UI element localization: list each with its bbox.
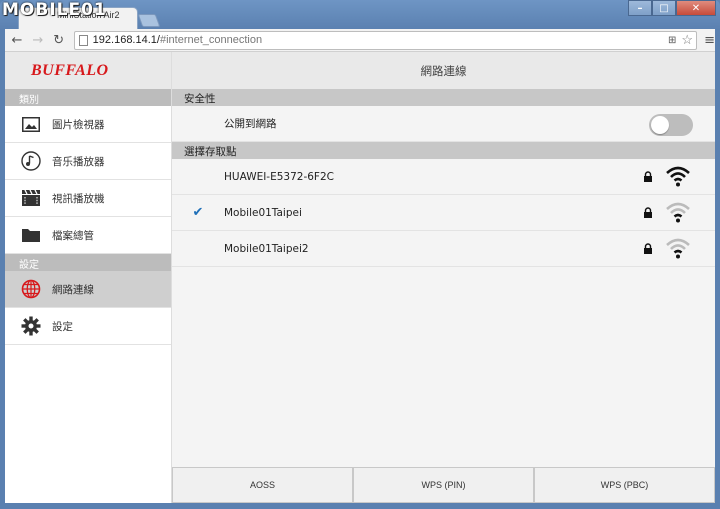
- menu-icon[interactable]: ≡: [704, 33, 715, 48]
- url-host: 192.168.14.1/: [92, 34, 160, 46]
- section-head-settings: 設定: [5, 254, 171, 271]
- sidebar-item-label: 設定: [52, 320, 73, 333]
- access-point-ssid: Mobile01Taipei2: [224, 242, 309, 255]
- translate-icon[interactable]: ⊞: [668, 35, 676, 46]
- globe-icon: [16, 279, 46, 299]
- access-point-ssid: Mobile01Taipei: [224, 206, 302, 219]
- public-network-label: 公開到網路: [224, 118, 277, 130]
- lock-icon: [643, 171, 653, 185]
- sidebar-item-label: 檔案總管: [52, 229, 94, 242]
- access-point-section-head: 選擇存取點: [172, 142, 715, 159]
- access-point-row[interactable]: Mobile01Taipei2: [172, 231, 715, 267]
- browser-window: MiniStation Air2 MOBILE01 – □ ✕ ← → ↻ 19…: [0, 0, 720, 509]
- main-panel: 網路連線 安全性 公開到網路 選擇存取點 HUAWEI-E5372-6F2C ✔…: [172, 52, 715, 503]
- wps-button-bar: AOSS WPS (PIN) WPS (PBC): [172, 467, 715, 503]
- lock-icon: [643, 243, 653, 257]
- logo-area: BUFFALO: [5, 52, 171, 89]
- address-bar[interactable]: 192.168.14.1/#internet_connection ⊞ ☆: [73, 30, 698, 50]
- sidebar-item-label: 視訊播放機: [52, 192, 105, 205]
- sidebar-item-photo-viewer[interactable]: 圖片檢視器: [5, 106, 171, 143]
- lock-icon: [643, 207, 653, 221]
- public-network-row: 公開到網路: [172, 106, 715, 142]
- access-point-ssid: HUAWEI-E5372-6F2C: [224, 170, 334, 183]
- wifi-signal-icon: [665, 237, 691, 262]
- sidebar-item-label: 圖片檢視器: [52, 118, 105, 131]
- folder-icon: [16, 227, 46, 243]
- window-controls: – □ ✕: [628, 0, 716, 16]
- page-title: 網路連線: [172, 52, 715, 89]
- sidebar-item-settings[interactable]: 設定: [5, 308, 171, 345]
- minimize-button[interactable]: –: [628, 0, 652, 16]
- url-path: #internet_connection: [159, 34, 263, 46]
- wps-pbc-button[interactable]: WPS (PBC): [534, 467, 715, 503]
- sidebar-item-file-manager[interactable]: 檔案總管: [5, 217, 171, 254]
- aoss-button[interactable]: AOSS: [172, 467, 353, 503]
- gear-icon: [16, 316, 46, 336]
- page-icon: [78, 34, 88, 46]
- access-point-row[interactable]: HUAWEI-E5372-6F2C: [172, 159, 715, 195]
- film-clapper-icon: [16, 189, 46, 207]
- sidebar: BUFFALO 類別 圖片檢視器 音乐播放器 視訊播放機 檔案總管 設定 網路連…: [5, 52, 172, 503]
- music-note-icon: [16, 151, 46, 171]
- back-arrow-icon[interactable]: ←: [8, 31, 26, 49]
- access-point-row[interactable]: ✔ Mobile01Taipei: [172, 195, 715, 231]
- sidebar-item-video-player[interactable]: 視訊播放機: [5, 180, 171, 217]
- buffalo-logo: BUFFALO: [31, 61, 109, 79]
- close-button[interactable]: ✕: [676, 0, 716, 16]
- toggle-knob: [651, 116, 669, 134]
- sidebar-item-music-player[interactable]: 音乐播放器: [5, 143, 171, 180]
- wifi-signal-icon: [665, 165, 691, 190]
- wps-pin-button[interactable]: WPS (PIN): [353, 467, 534, 503]
- sidebar-item-label: 音乐播放器: [52, 155, 105, 168]
- sidebar-item-label: 網路連線: [52, 283, 94, 296]
- new-tab-button[interactable]: [137, 14, 161, 27]
- sidebar-item-network[interactable]: 網路連線: [5, 271, 171, 308]
- checkmark-icon: ✔: [192, 205, 204, 220]
- image-icon: [16, 116, 46, 132]
- browser-toolbar: ← → ↻ 192.168.14.1/#internet_connection …: [5, 29, 715, 52]
- app-content: BUFFALO 類別 圖片檢視器 音乐播放器 視訊播放機 檔案總管 設定 網路連…: [5, 52, 715, 503]
- watermark-logo: MOBILE01: [2, 0, 107, 20]
- wifi-signal-icon: [665, 201, 691, 226]
- maximize-button[interactable]: □: [652, 0, 676, 16]
- public-network-toggle[interactable]: [649, 114, 693, 136]
- forward-arrow-icon[interactable]: →: [29, 31, 47, 49]
- reload-icon[interactable]: ↻: [50, 31, 68, 49]
- security-section-head: 安全性: [172, 89, 715, 106]
- section-head-media: 類別: [5, 89, 171, 106]
- bookmark-star-icon[interactable]: ☆: [681, 32, 693, 48]
